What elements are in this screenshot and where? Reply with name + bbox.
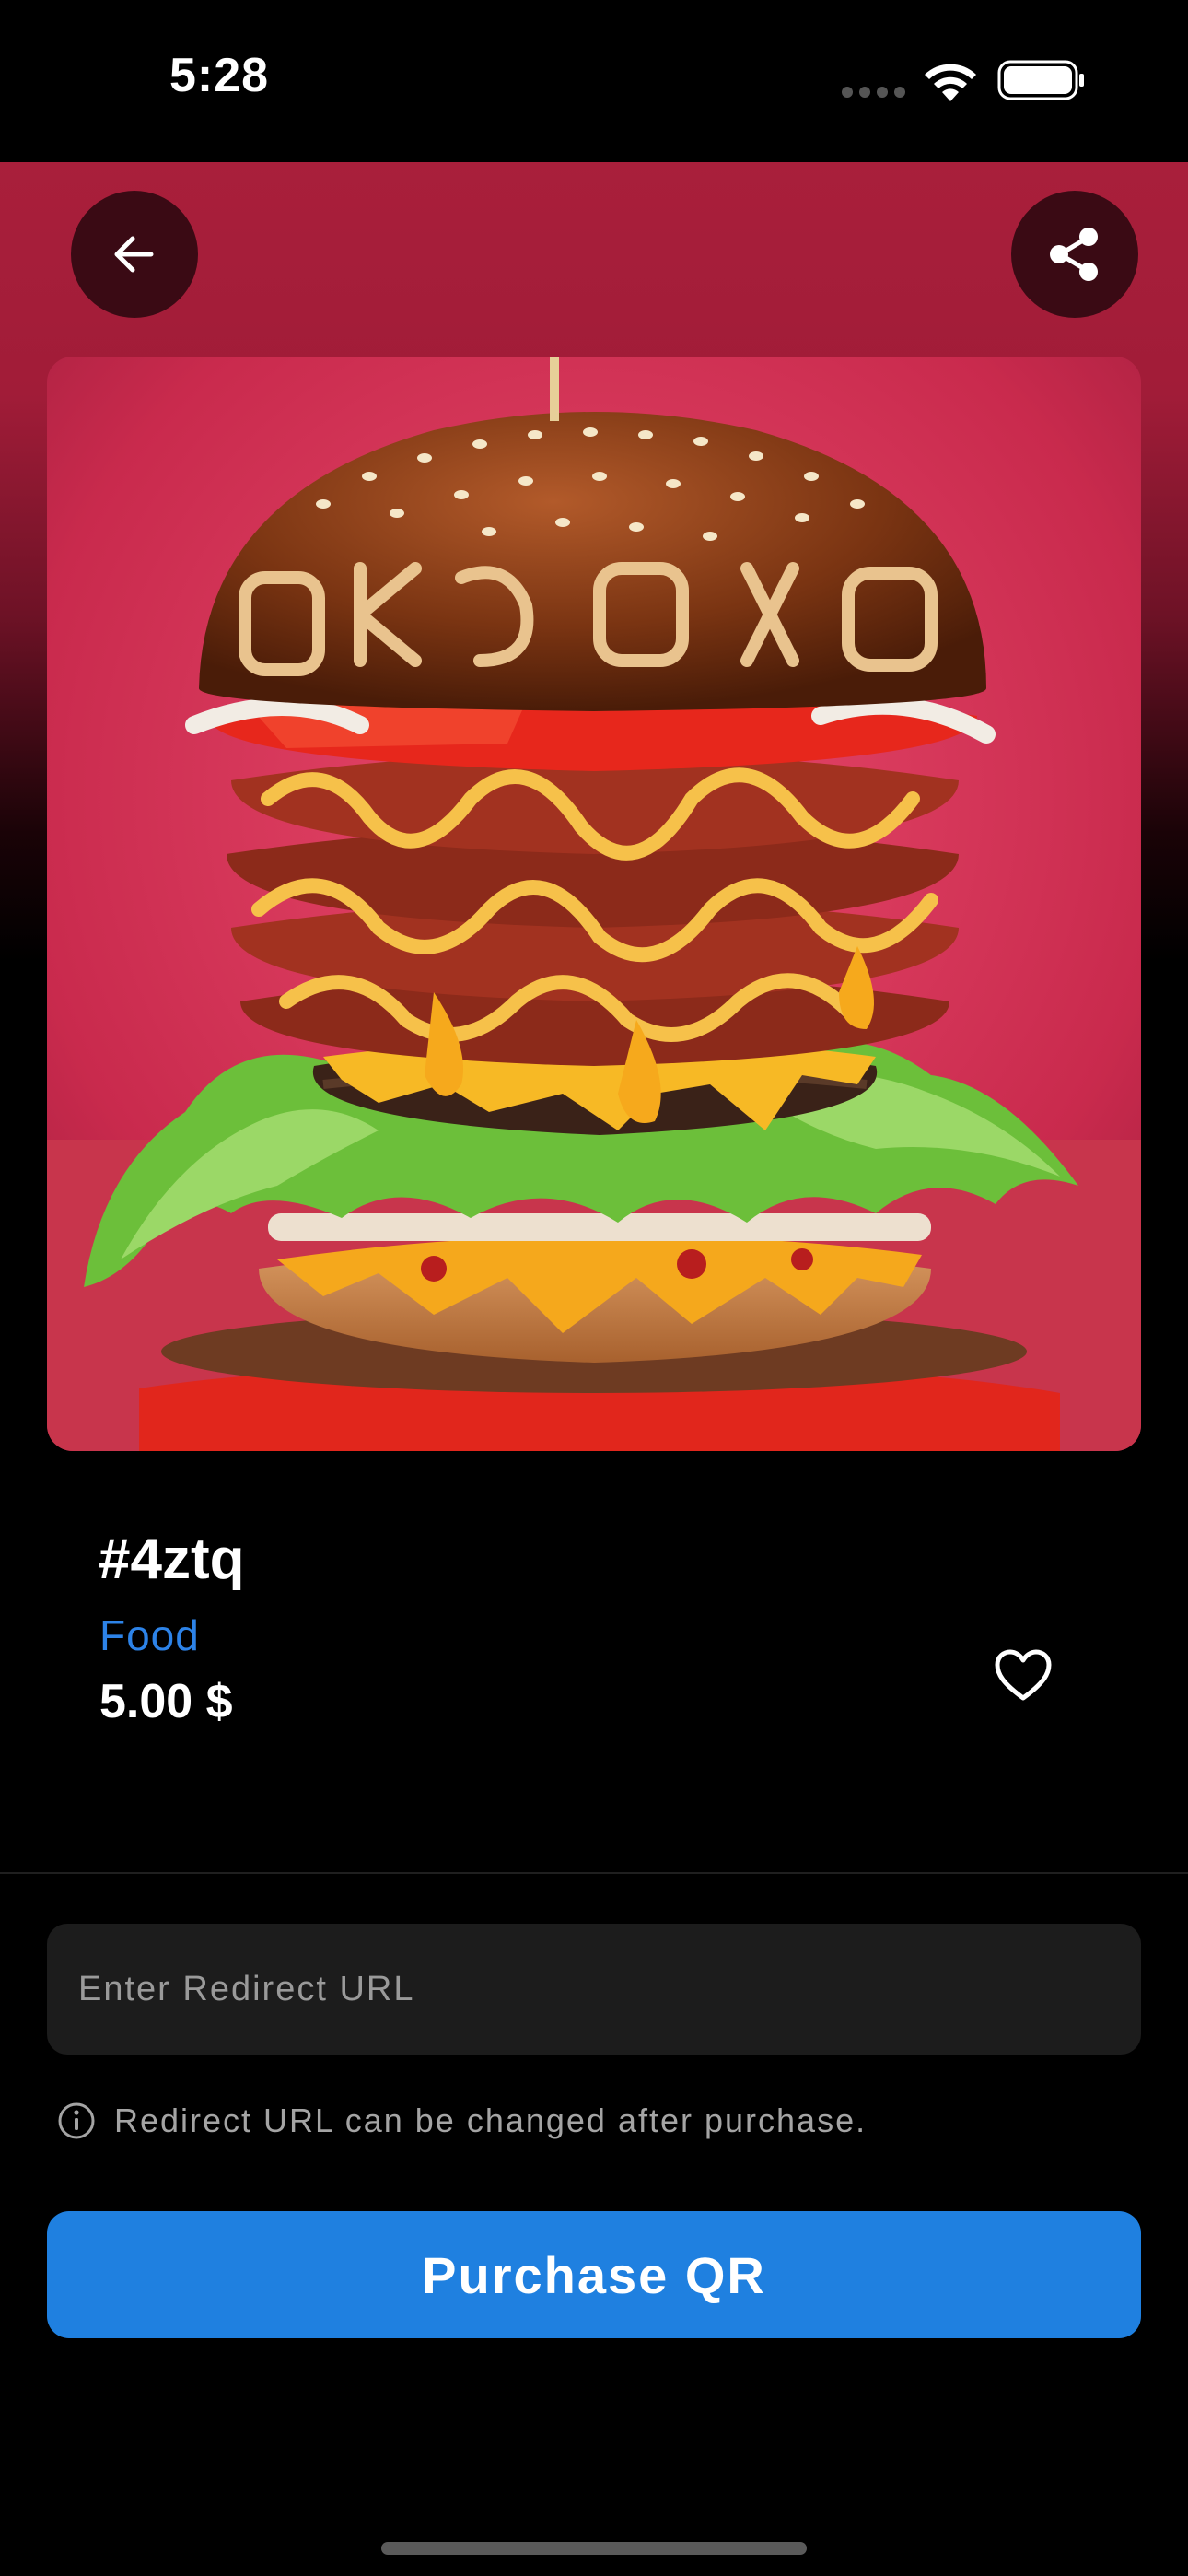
wifi-icon — [925, 64, 976, 101]
product-category[interactable]: Food — [99, 1610, 200, 1660]
favorite-button[interactable] — [990, 1643, 1056, 1709]
redirect-url-input[interactable] — [76, 1968, 1112, 2010]
redirect-hint: Redirect URL can be changed after purcha… — [57, 2099, 867, 2143]
status-time: 5:28 — [169, 49, 270, 102]
heart-outline-icon — [995, 1649, 1052, 1701]
redirect-url-field[interactable] — [47, 1924, 1141, 2055]
arrow-left-icon — [114, 236, 154, 273]
product-price: 5.00 $ — [99, 1675, 233, 1728]
cellular-dots-icon — [842, 87, 906, 98]
product-id: #4ztq — [99, 1528, 245, 1591]
burger-illustration — [47, 357, 1141, 1451]
status-bar: 5:28 — [0, 0, 1188, 162]
product-image — [47, 357, 1141, 1451]
back-button[interactable] — [71, 191, 198, 318]
purchase-qr-button[interactable]: Purchase QR — [47, 2211, 1141, 2338]
info-circle-icon — [58, 2102, 95, 2139]
battery-icon — [997, 60, 1084, 100]
share-icon — [1050, 228, 1098, 281]
home-indicator — [381, 2542, 807, 2555]
section-divider — [0, 1872, 1188, 1874]
redirect-hint-text: Redirect URL can be changed after purcha… — [114, 2102, 868, 2139]
share-button[interactable] — [1011, 191, 1138, 318]
